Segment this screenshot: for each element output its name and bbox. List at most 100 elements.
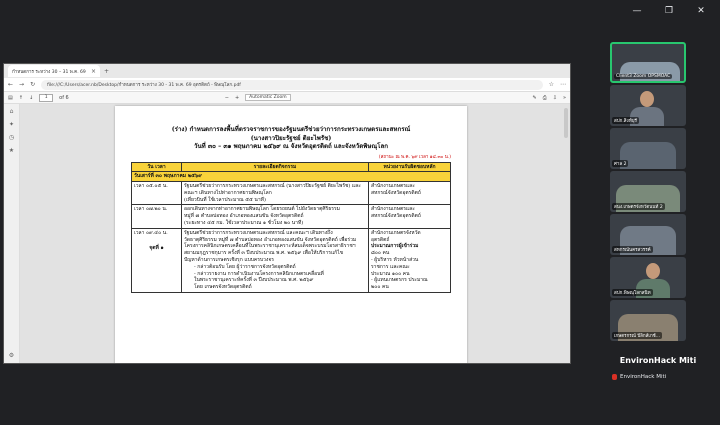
unit-line: สหกรณ์จังหวัดอุตรดิตถ์ — [371, 189, 421, 196]
next-page-icon[interactable]: ↓ — [29, 95, 33, 101]
participant-name: สปก.พิษณุโลกสนิท — [612, 289, 653, 296]
more-tools-icon[interactable]: » — [563, 95, 566, 101]
muted-mic-icon — [612, 374, 617, 380]
doc-subtitle: (นางสาวปิยะรัฐชย์ ติยะไพรัช) — [250, 134, 332, 142]
close-button[interactable]: ✕ — [694, 6, 708, 16]
participant-avatar — [646, 263, 660, 279]
url-field[interactable]: file:///C:/Users/acer.nb/Desktop/กำหนดกา… — [41, 79, 543, 90]
tab-title: กำหนดการ ระหว่าง 30 – 31 พ.ค. 69 อุตรดิต… — [12, 69, 87, 75]
agenda-table: วัน เวลา รายละเอียดกิจกรรม หน่วยงานรับผิ… — [131, 161, 451, 294]
zoom-in-icon[interactable]: + — [235, 95, 239, 101]
room-image — [620, 62, 680, 81]
time-line: เวลา ๐๙.๔๐ น. — [134, 229, 168, 236]
shared-screen: กำหนดการ ระหว่าง 30 – 31 พ.ค. 69 อุตรดิต… — [3, 63, 571, 364]
participant-name: สปก.สิงห์บุรี — [612, 117, 639, 124]
close-tab-icon[interactable]: × — [91, 68, 96, 75]
detail-line: รัฐมนตรีช่วยว่าการกระทรวงเกษตรและสหกรณ์ … — [184, 183, 361, 190]
day-row: วันเสาร์ที่ ๓๐ พฤษภาคม ๒๕๖๙ — [131, 171, 451, 183]
unit-line: ประมาณการผู้เข้าร่วม — [371, 243, 419, 250]
table-row: เวลา ๐๗.๒๐ น. ออกเดินทางจากท่าอากาศยานพิ… — [131, 204, 451, 229]
participant-tile[interactable]: สปก.สิงห์บุรี — [610, 85, 686, 126]
favorites-icon[interactable]: ★ — [9, 147, 14, 154]
row-unit: สำนักงานเกษตรจังหวัด อุตรดิตถ์ ประมาณการ… — [368, 227, 451, 294]
col-time: วัน เวลา — [131, 161, 182, 173]
unit-line: - ผู้บริหาร หัวหน้าส่วน — [371, 257, 419, 264]
new-tab-icon[interactable]: + — [104, 68, 109, 75]
pdf-toolbar: ▤ ↑ ↓ 1 of 6 − + Automatic Zoom ✎ ⎙ ⇩ » — [4, 92, 570, 104]
point-label: จุดที่ ๑ — [149, 244, 164, 251]
row-unit: สำนักงานเกษตรและ สหกรณ์จังหวัดอุตรดิตถ์ — [368, 181, 451, 206]
browser-tab[interactable]: กำหนดการ ระหว่าง 30 – 31 พ.ค. 69 อุตรดิต… — [8, 65, 100, 77]
reload-icon[interactable]: ↻ — [30, 81, 35, 88]
detail-line: ปัญหาด้านการเกษตรเชิงรุก แบบครบวงจร — [184, 257, 274, 264]
meeting-stage: — ❐ ✕ กำหนดการ ระหว่าง 30 – 31 พ.ค. 69 อ… — [0, 0, 720, 425]
row-unit: สำนักงานเกษตรและ สหกรณ์จังหวัดอุตรดิตถ์ — [368, 204, 451, 229]
detail-line: คณะฯ เดินทางไปท่าอากาศยานพิษณุโลก — [184, 189, 272, 196]
participant-name: สนง.เกษตรจังหวัดนนท์ 2 — [612, 203, 665, 210]
row-detail: ออกเดินทางจากท่าอากาศยานพิษณุโลก โดยรถยน… — [181, 204, 369, 229]
day-label: วันเสาร์ที่ ๓๐ พฤษภาคม ๒๕๖๙ — [131, 171, 451, 183]
pdf-page: (ร่าง) กำหนดการลงพื้นที่ตรวจราชการของรัฐ… — [115, 106, 467, 363]
forward-icon[interactable]: → — [19, 81, 24, 88]
extensions-icon[interactable]: ✦ — [9, 121, 14, 128]
print-icon[interactable]: ⎙ — [543, 95, 547, 101]
menu-dots-icon[interactable]: ⋯ — [560, 81, 566, 88]
bookmark-star-icon[interactable]: ☆ — [549, 81, 554, 88]
status-note: (สถานะ ณ พ.ค. ๖๙ เวลา ๑๔.๓๐ น.) — [378, 154, 451, 160]
table-header: วัน เวลา รายละเอียดกิจกรรม หน่วยงานรับผิ… — [131, 161, 451, 173]
maximize-button[interactable]: ❐ — [662, 6, 676, 16]
zoom-select[interactable]: Automatic Zoom — [245, 94, 291, 101]
active-speaker-small: EnvironHack Miti — [620, 374, 667, 380]
window-controls: — ❐ ✕ — [630, 6, 708, 16]
participant-tile[interactable]: สนง.เกษตรจังหวัดนนท์ 2 — [610, 171, 686, 212]
bullet-line: โดย เกษตรจังหวัดอุตรดิตถ์ — [194, 284, 252, 291]
row-detail: รัฐมนตรีช่วยว่าการกระทรวงเกษตรและสหกรณ์ … — [181, 227, 369, 294]
minimize-button[interactable]: — — [630, 6, 644, 16]
participant-name: Client3 Zoom OPSMOAC — [614, 74, 673, 79]
active-speaker-label: EnvironHack Miti — [612, 372, 666, 382]
participant-name: ศาล 2 — [612, 160, 629, 167]
row-detail: รัฐมนตรีช่วยว่าการกระทรวงเกษตรและสหกรณ์ … — [181, 181, 369, 206]
prev-page-icon[interactable]: ↑ — [19, 95, 23, 101]
row-time: เวลา ๐๙.๔๐ น. จุดที่ ๑ — [131, 227, 182, 294]
unit-line: สำนักงานเกษตรและ — [371, 183, 415, 190]
doc-title: (ร่าง) กำหนดการลงพื้นที่ตรวจราชการของรัฐ… — [171, 126, 411, 133]
table-row: เวลา ๐๕.๐๕ น. รัฐมนตรีช่วยว่าการกระทรวงเ… — [131, 181, 451, 206]
back-icon[interactable]: ← — [8, 81, 13, 88]
zoom-out-icon[interactable]: − — [225, 95, 229, 101]
row-time: เวลา ๐๗.๒๐ น. — [131, 204, 182, 229]
col-detail: รายละเอียดกิจกรรม — [181, 161, 369, 173]
sidebar-toggle-icon[interactable]: ▤ — [8, 95, 13, 101]
doc-date: วันที่ ๓๐ – ๓๑ พฤษภาคม ๒๕๖๙ ณ จังหวัดอุต… — [193, 143, 389, 150]
bullet-line: - กล่าวต้อนรับ โดย ผู้ว่าราชการจังหวัดอุ… — [194, 263, 296, 270]
history-icon[interactable]: ◷ — [9, 134, 14, 141]
participant-tile[interactable]: Client3 Zoom OPSMOAC — [610, 42, 686, 83]
active-speaker-name: EnvironHack Miti — [619, 356, 697, 365]
pdf-viewer[interactable]: (ร่าง) กำหนดการลงพื้นที่ตรวจราชการของรัฐ… — [20, 104, 570, 363]
detail-line: (เที่ยวบินที่ ใช้เวลาประมาณ ๕๕ นาที) — [184, 196, 266, 203]
participant-tile[interactable]: เกษตรกรณ์ ปีลิกส์เกช์... — [610, 300, 686, 341]
detail-line: รัฐมนตรีช่วยว่าการกระทรวงเกษตรและสหกรณ์ … — [184, 229, 333, 236]
unit-line: ๒๐๐ คน — [371, 284, 389, 291]
page-total: of 6 — [59, 94, 69, 101]
participant-name: สหกรณ์นครสวรรค์ — [612, 246, 653, 253]
participant-tile[interactable]: สปก.พิษณุโลกสนิท — [610, 257, 686, 298]
settings-icon[interactable]: ⚙ — [9, 352, 14, 359]
browser-sidebar: ⌂ ✦ ◷ ★ ⚙ — [4, 104, 20, 363]
table-row: เวลา ๐๙.๔๐ น. จุดที่ ๑ รัฐมนตรีช่วยว่ากา… — [131, 227, 451, 294]
participant-name: เกษตรกรณ์ ปีลิกส์เกช์... — [612, 332, 663, 339]
detail-line: (ระยะทาง ๔๕ กม. ใช้เวลาประมาณ ๑ ชั่วโมง … — [184, 220, 304, 227]
page-number-input[interactable]: 1 — [39, 93, 54, 102]
col-unit: หน่วยงานรับผิดชอบหลัก — [368, 161, 451, 173]
unit-line: สหกรณ์จังหวัดอุตรดิตถ์ — [371, 213, 421, 220]
unit-line: สำนักงานเกษตรจังหวัด — [371, 229, 421, 236]
participant-tile[interactable]: ศาล 2 — [610, 128, 686, 169]
home-icon[interactable]: ⌂ — [10, 108, 14, 115]
save-icon[interactable]: ⇩ — [553, 95, 557, 101]
address-bar: ← → ↻ file:///C:/Users/acer.nb/Desktop/ก… — [4, 78, 570, 92]
unit-line: - ผู้แทนเกษตรกร ประมาณ — [371, 277, 428, 284]
highlight-icon[interactable]: ✎ — [533, 95, 537, 101]
participant-tile[interactable]: สหกรณ์นครสวรรค์ — [610, 214, 686, 255]
browser-tabbar: กำหนดการ ระหว่าง 30 – 31 พ.ค. 69 อุตรดิต… — [4, 64, 570, 78]
scrollbar-thumb[interactable] — [564, 108, 568, 138]
